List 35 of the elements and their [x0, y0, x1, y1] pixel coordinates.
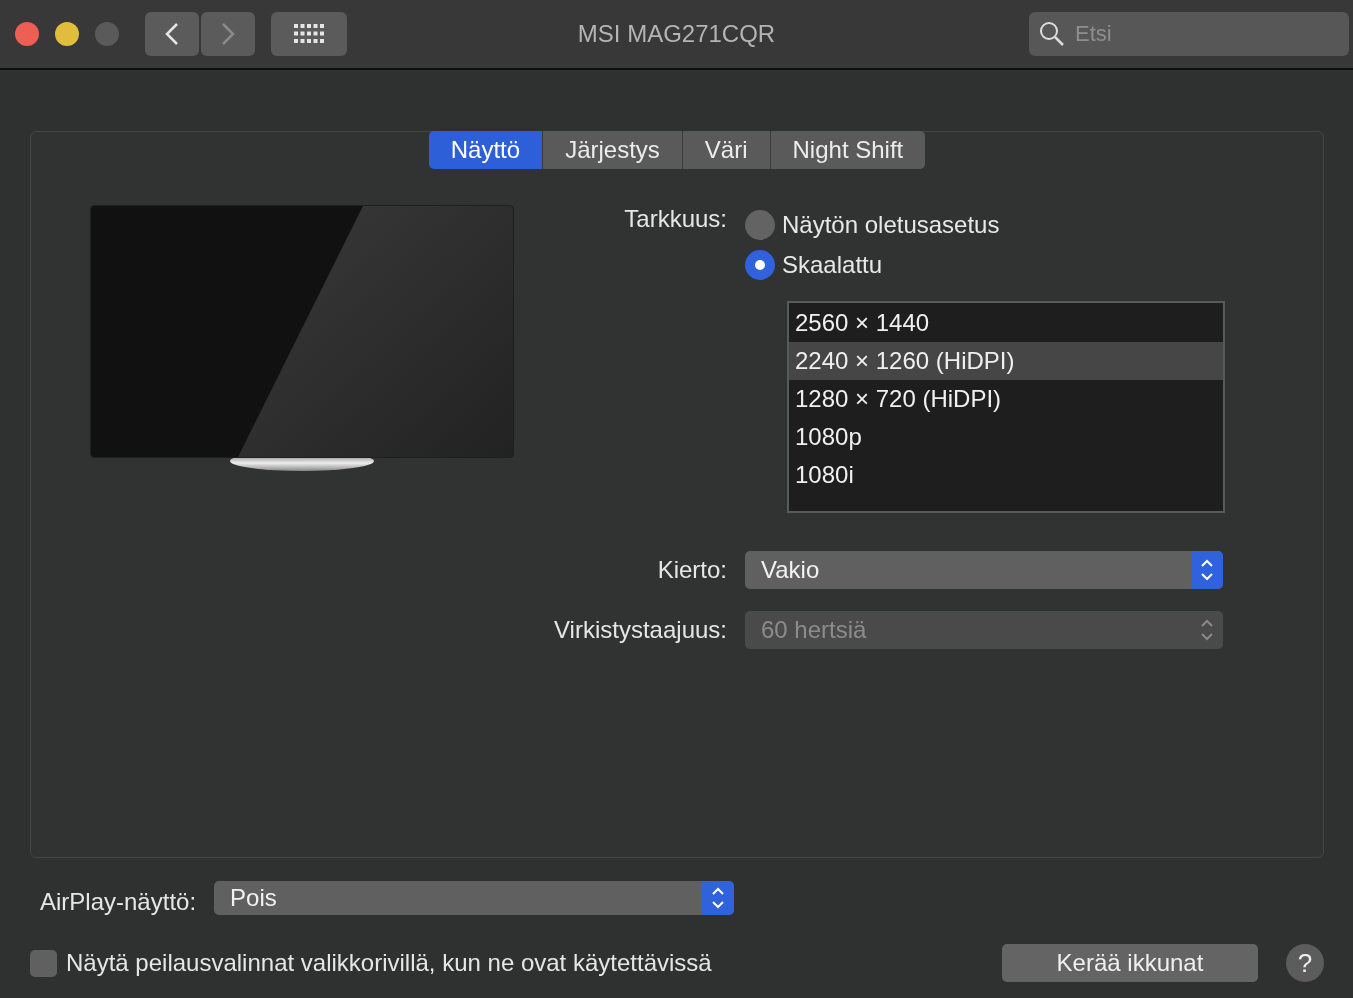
tab[interactable]: Järjestys [543, 131, 683, 169]
window-title: MSI MAG271CQR [577, 20, 776, 48]
up-down-chevron-icon [1200, 557, 1214, 583]
gather-windows-button[interactable]: Kerää ikkunat [1002, 944, 1258, 982]
help-button[interactable]: ? [1286, 944, 1324, 982]
minimize-icon[interactable] [55, 22, 79, 46]
popup-button[interactable]: Vakio [745, 551, 1223, 589]
radio-button[interactable] [745, 250, 775, 280]
list-item[interactable]: 1280 × 720 (HiDPI) [789, 380, 1223, 418]
tab[interactable]: Night Shift [770, 131, 926, 169]
grid-icon [294, 24, 324, 44]
list-item[interactable]: 2240 × 1260 (HiDPI) [789, 342, 1223, 380]
airplay-label: AirPlay-näyttö: [40, 888, 197, 916]
up-down-chevron-icon [1200, 617, 1214, 643]
radio-label[interactable]: Skaalattu [782, 251, 883, 279]
back-button[interactable] [145, 12, 199, 56]
tab[interactable]: Näyttö [428, 131, 544, 169]
checkbox[interactable] [30, 949, 57, 977]
close-icon[interactable] [15, 22, 39, 46]
tab[interactable]: Väri [682, 131, 771, 169]
popup-button[interactable]: Pois [214, 881, 735, 915]
setting-label: Virkistystaajuus: [554, 616, 727, 644]
chevron-right-icon [221, 22, 235, 46]
setting-label: Kierto: [657, 556, 727, 584]
resolution-label: Tarkkuus: [624, 205, 727, 233]
radio-button[interactable] [745, 210, 775, 240]
search-icon [1039, 21, 1065, 47]
chevron-left-icon [165, 22, 179, 46]
up-down-chevron-icon [711, 885, 726, 911]
checkbox-label[interactable]: Näytä peilausvalinnat valikkorivillä, kun ne ovat käytettävissä [66, 949, 712, 977]
radio-label[interactable]: Näytön oletusasetus [782, 211, 1000, 239]
list-item[interactable]: 1080p [789, 418, 1223, 456]
show-all-button[interactable] [271, 12, 347, 56]
list-item[interactable]: 1080i [789, 456, 1223, 494]
list-item[interactable]: 2560 × 1440 [789, 304, 1223, 342]
